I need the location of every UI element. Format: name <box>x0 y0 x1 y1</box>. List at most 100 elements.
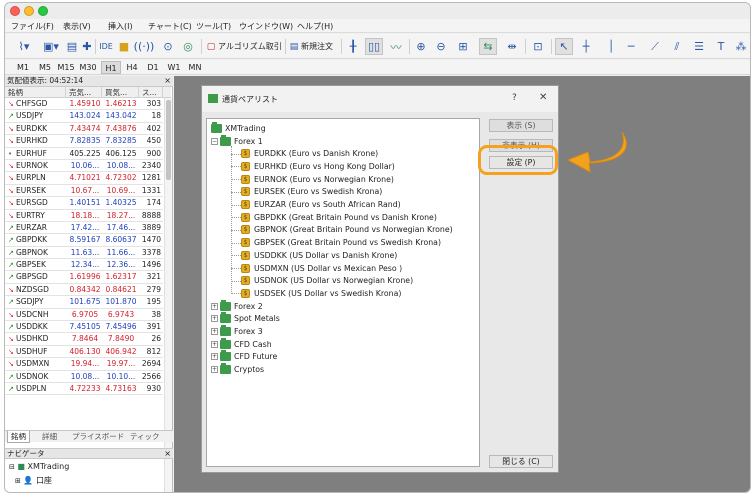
text-icon[interactable]: T <box>713 38 729 55</box>
quote-row[interactable]: ↘ USDMXN 19.94... 19.97... 2694 <box>5 358 163 371</box>
quote-row[interactable]: ↗ USDDKK 7.45105 7.45496 391 <box>5 321 163 334</box>
column-symbol[interactable]: 銘柄 <box>5 87 66 98</box>
market-watch-icon[interactable]: ▤ <box>65 38 79 55</box>
new-order-icon[interactable]: ▤ <box>288 38 300 55</box>
expand-icon[interactable]: + <box>211 366 218 374</box>
tab-price-board[interactable]: プライスボード <box>69 431 127 442</box>
collapse-icon[interactable]: − <box>211 137 218 145</box>
tree-group[interactable]: + Spot Metals <box>211 312 280 325</box>
quote-row[interactable]: ↘ EURDKK 7.43474 7.43876 402 <box>5 123 163 136</box>
shapes-icon[interactable]: ⁂ <box>733 38 749 55</box>
algo-trading-icon[interactable]: ▢ <box>205 38 217 55</box>
quote-row[interactable]: ↘ EURSGD 1.40151 1.40325 174 <box>5 197 163 210</box>
quote-row[interactable]: ↗ USDNOK 10.08... 10.10... 2566 <box>5 371 163 383</box>
channel-icon[interactable]: ⫽ <box>669 38 685 55</box>
close-window-icon[interactable] <box>10 6 20 16</box>
crosshair-icon[interactable]: ┼ <box>577 38 595 55</box>
tile-windows-icon[interactable]: ⊞ <box>455 38 471 55</box>
collapse-icon[interactable]: ⊟ <box>9 463 15 471</box>
column-spread[interactable]: ス... <box>139 87 163 98</box>
cursor-icon[interactable]: ↖ <box>555 38 573 55</box>
trendline-icon[interactable]: ⟋ <box>647 38 663 55</box>
vps-icon[interactable]: ◎ <box>181 38 195 55</box>
timeframe-m5[interactable]: M5 <box>35 61 55 74</box>
quote-row[interactable]: • EURHUF 405.225 406.125 900 <box>5 148 163 160</box>
expand-icon[interactable]: + <box>211 328 218 335</box>
timeframe-w1[interactable]: W1 <box>164 61 184 74</box>
candlestick-icon[interactable]: ▯▯ <box>365 38 383 55</box>
minimize-window-icon[interactable] <box>24 6 34 16</box>
tree-group[interactable]: + Forex 2 <box>211 299 263 312</box>
quote-row[interactable]: ↘ USDCNH 6.9705 6.9743 38 <box>5 309 163 322</box>
quote-row[interactable]: ↘ EURNOK 10.06... 10.08... 2340 <box>5 160 163 173</box>
zoom-window-icon[interactable] <box>38 6 48 16</box>
quote-row[interactable]: ↘ EURHKD 7.82835 7.83285 450 <box>5 135 163 148</box>
expand-icon[interactable]: + <box>211 302 218 310</box>
tree-group[interactable]: + Forex 3 <box>211 325 263 338</box>
profiles-icon[interactable]: ▣▾ <box>39 38 63 55</box>
tree-symbol[interactable]: $ USDMXN (US Dollar vs Mexican Peso ) <box>241 262 402 274</box>
tree-root[interactable]: XMTrading <box>211 121 266 134</box>
zoom-in-icon[interactable]: ⊕ <box>413 38 429 55</box>
terminal-icon[interactable]: ■ <box>117 38 131 55</box>
menu-view[interactable]: 表示(V) <box>63 21 91 32</box>
quote-row[interactable]: ↘ EURTRY 18.18... 18.27... 8888 <box>5 210 163 222</box>
tab-symbols[interactable]: 銘柄 <box>7 431 30 443</box>
help-icon[interactable]: ? <box>512 93 517 103</box>
tree-group[interactable]: + CFD Cash <box>211 337 272 350</box>
menu-tools[interactable]: ツール(T) <box>196 21 231 32</box>
screenshot-icon[interactable]: ⊡ <box>529 38 547 55</box>
chart-shift-icon[interactable]: ⇹ <box>503 38 521 55</box>
tree-symbol[interactable]: $ EURSEK (Euro vs Swedish Krona) <box>241 186 382 198</box>
timeframe-m15[interactable]: M15 <box>56 61 76 74</box>
auto-scroll-icon[interactable]: ⇆ <box>479 38 497 55</box>
quote-row[interactable]: ↗ USDPLN 4.72233 4.73163 930 <box>5 383 163 396</box>
bar-chart-icon[interactable]: ╂ <box>344 38 362 55</box>
navigator-accounts[interactable]: ⊞ 👤 口座 <box>15 475 52 486</box>
quote-row[interactable]: ↘ EURPLN 4.71021 4.72302 1281 <box>5 172 163 185</box>
expand-icon[interactable]: + <box>211 315 218 323</box>
menu-file[interactable]: ファイル(F) <box>11 21 54 32</box>
tree-group[interactable]: − Forex 1 <box>211 134 263 147</box>
tree-symbol[interactable]: $ EURHKD (Euro vs Hong Kong Dollar) <box>241 160 395 172</box>
new-chart-icon[interactable]: ⌇▾ <box>11 38 37 55</box>
horizontal-line-icon[interactable]: ─ <box>623 38 639 55</box>
tree-symbol[interactable]: $ EURNOK (Euro vs Norwegian Krone) <box>241 173 394 185</box>
quote-row[interactable]: ↗ GBPSGD 1.61996 1.62317 321 <box>5 271 163 284</box>
expand-icon[interactable]: ⊞ <box>15 477 21 485</box>
quote-row[interactable]: ↗ EURZAR 17.42... 17.46... 3889 <box>5 222 163 235</box>
column-ask[interactable]: 買気... <box>102 87 139 98</box>
menu-help[interactable]: ヘルプ(H) <box>297 21 333 32</box>
zoom-out-icon[interactable]: ⊖ <box>433 38 449 55</box>
quote-row[interactable]: ↘ NZDSGD 0.84342 0.84621 279 <box>5 284 163 297</box>
tree-group[interactable]: + CFD Future <box>211 350 277 363</box>
quote-row[interactable]: ↗ GBPNOK 11.63... 11.66... 3378 <box>5 247 163 260</box>
signal-icon[interactable]: ((·)) <box>134 38 155 55</box>
expand-icon[interactable]: + <box>211 353 218 361</box>
quote-row[interactable]: ↘ USDHKD 7.8464 7.8490 26 <box>5 333 163 346</box>
quote-row[interactable]: ↘ EURSEK 10.67... 10.69... 1331 <box>5 185 163 198</box>
tree-group[interactable]: + Cryptos <box>211 363 264 376</box>
tab-details[interactable]: 詳細 <box>39 431 60 442</box>
tree-symbol[interactable]: $ GBPDKK (Great Britain Pound vs Danish K… <box>241 211 437 223</box>
tree-symbol[interactable]: $ EURDKK (Euro vs Danish Krone) <box>241 148 378 160</box>
timeframe-h4[interactable]: H4 <box>122 61 142 74</box>
quote-row[interactable]: ↘ CHFSGD 1.45910 1.46213 303 <box>5 98 163 111</box>
algo-trading-button[interactable]: アルゴリズム取引 <box>218 38 282 55</box>
quote-row[interactable]: ↗ GBPSEK 12.34... 12.36... 1496 <box>5 259 163 272</box>
timeframe-m30[interactable]: M30 <box>78 61 98 74</box>
close-icon[interactable]: × <box>164 76 171 86</box>
close-dialog-button[interactable]: 閉じる (C) <box>489 455 553 468</box>
close-icon[interactable]: × <box>164 449 171 459</box>
vertical-line-icon[interactable]: │ <box>603 38 619 55</box>
quote-row[interactable]: ↘ USDHUF 406.130 406.942 812 <box>5 346 163 359</box>
tree-symbol[interactable]: $ USDSEK (US Dollar vs Swedish Krona) <box>241 287 401 299</box>
menu-insert[interactable]: 挿入(I) <box>108 21 133 32</box>
tab-ticks[interactable]: ティック <box>127 431 163 442</box>
tree-symbol[interactable]: $ USDDKK (US Dollar vs Danish Krone) <box>241 249 397 261</box>
new-order-button[interactable]: 新規注文 <box>301 38 333 55</box>
tree-symbol[interactable]: $ USDNOK (US Dollar vs Norwegian Krone) <box>241 275 413 287</box>
tree-symbol[interactable]: $ EURZAR (Euro vs South African Rand) <box>241 199 401 211</box>
timeframe-h1[interactable]: H1 <box>101 61 121 74</box>
show-button[interactable]: 表示 (S) <box>489 119 553 132</box>
